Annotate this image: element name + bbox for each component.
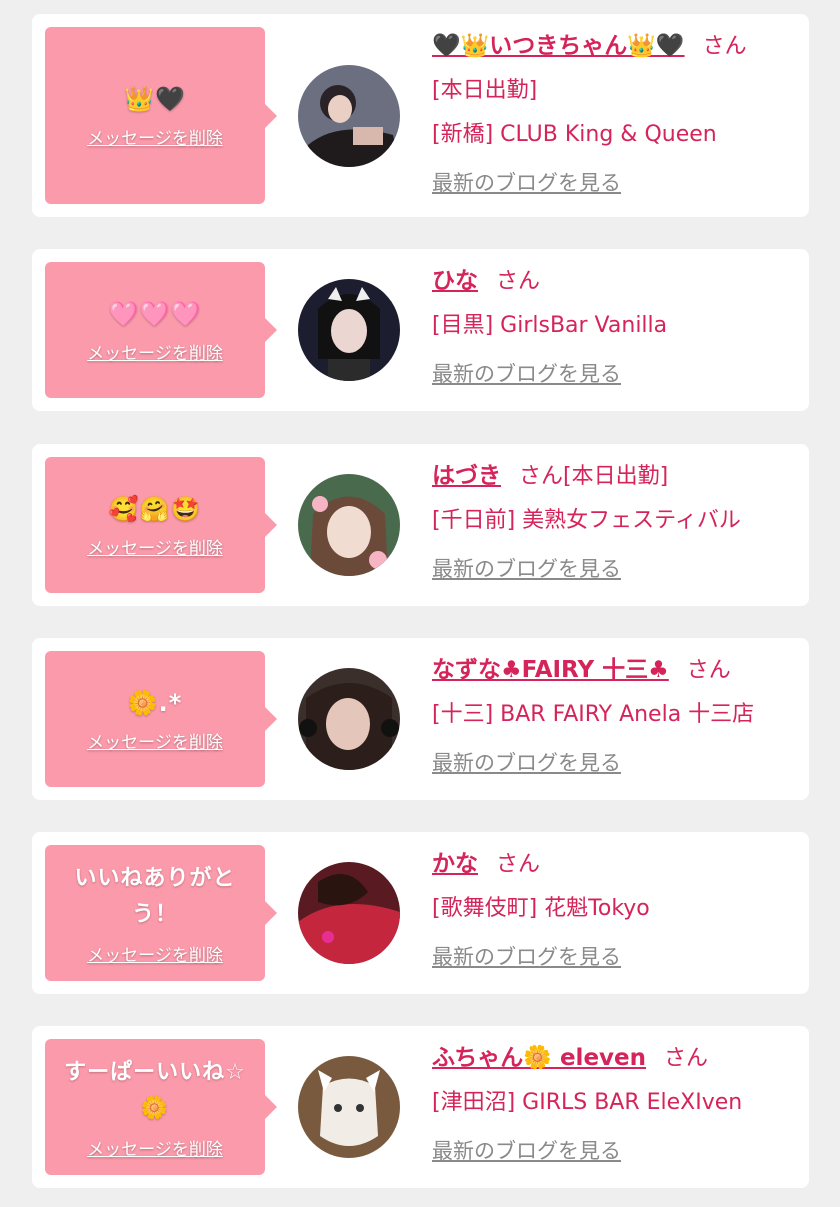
honorific: さん: [496, 269, 541, 294]
message-bubble: 🩷🩷🩷 メッセージを削除: [45, 262, 277, 398]
cast-name-link[interactable]: ひな: [432, 268, 478, 294]
avatar[interactable]: [298, 279, 400, 381]
honorific: さん: [686, 658, 731, 683]
cast-info: かな さん [歌舞伎町] 花魁Tokyo 最新のブログを見る: [432, 842, 799, 971]
message-card: すーぱーいいね☆🌼 メッセージを削除 ふちゃん🌼 eleven さん [津田沼] …: [32, 1026, 809, 1188]
shop-text: [千日前] 美熟女フェスティバル: [432, 508, 741, 533]
message-bubble: すーぱーいいね☆🌼 メッセージを削除: [45, 1039, 277, 1175]
message-card: 🌼.* メッセージを削除 なずな♣FAIRY 十三♣ さん [十三] BAR FA…: [32, 638, 809, 800]
latest-blog-link[interactable]: 最新のブログを見る: [432, 747, 621, 777]
status-text: [本日出勤]: [563, 464, 669, 489]
message-text: 👑🖤: [124, 85, 186, 113]
cast-name-link[interactable]: はづき: [432, 463, 501, 489]
cast-info: なずな♣FAIRY 十三♣ さん [十三] BAR FAIRY Anela 十三店…: [432, 648, 799, 777]
message-text: 🌼.*: [127, 688, 183, 717]
message-text: 🩷🩷🩷: [108, 299, 202, 328]
avatar[interactable]: [298, 65, 400, 167]
delete-message-link[interactable]: メッセージを削除: [87, 339, 223, 364]
avatar[interactable]: [298, 668, 400, 770]
latest-blog-link[interactable]: 最新のブログを見る: [432, 1135, 621, 1165]
shop-text: [新橋] CLUB King & Queen: [432, 122, 717, 147]
status-text: [本日出勤]: [432, 78, 538, 103]
cast-name-link[interactable]: かな: [432, 851, 478, 877]
shop-text: [歌舞伎町] 花魁Tokyo: [432, 896, 650, 921]
cast-name-link[interactable]: 🖤👑いつきちゃん👑🖤: [432, 33, 685, 59]
avatar[interactable]: [298, 1056, 400, 1158]
message-bubble: 👑🖤 メッセージを削除: [45, 27, 277, 204]
message-card: 🩷🩷🩷 メッセージを削除 ひな さん [目黒] GirlsBar Vanilla …: [32, 249, 809, 411]
avatar[interactable]: [298, 474, 400, 576]
latest-blog-link[interactable]: 最新のブログを見る: [432, 941, 621, 971]
message-text: いいねありがとう！: [74, 865, 236, 927]
cast-name-link[interactable]: ふちゃん🌼 eleven: [432, 1045, 646, 1071]
avatar[interactable]: [298, 862, 400, 964]
shop-text: [十三] BAR FAIRY Anela 十三店: [432, 702, 755, 727]
cast-name-link[interactable]: なずな♣FAIRY 十三♣: [432, 657, 669, 683]
honorific: さん: [664, 1046, 709, 1071]
message-text: すーぱーいいね☆🌼: [64, 1059, 246, 1121]
delete-message-link[interactable]: メッセージを削除: [87, 1135, 223, 1160]
honorific: さん: [496, 852, 541, 877]
cast-info: ふちゃん🌼 eleven さん [津田沼] GIRLS BAR EleXIven …: [432, 1036, 799, 1165]
cast-info: 🖤👑いつきちゃん👑🖤 さん [本日出勤] [新橋] CLUB King & Que…: [432, 24, 799, 197]
message-card: 🥰🤗🤩 メッセージを削除 はづき さん[本日出勤] [千日前] 美熟女フェスティバ…: [32, 444, 809, 606]
message-bubble: 🥰🤗🤩 メッセージを削除: [45, 457, 277, 593]
cast-info: ひな さん [目黒] GirlsBar Vanilla 最新のブログを見る: [432, 259, 799, 388]
honorific: さん: [702, 34, 747, 59]
honorific: さん: [519, 464, 564, 489]
latest-blog-link[interactable]: 最新のブログを見る: [432, 167, 621, 197]
message-card: 👑🖤 メッセージを削除 🖤👑いつきちゃん👑🖤 さん [本日出勤] [新橋] CLU…: [32, 14, 809, 217]
latest-blog-link[interactable]: 最新のブログを見る: [432, 553, 621, 583]
delete-message-link[interactable]: メッセージを削除: [87, 124, 223, 149]
delete-message-link[interactable]: メッセージを削除: [87, 534, 223, 559]
message-card: いいねありがとう！ メッセージを削除 かな さん [歌舞伎町] 花魁Tokyo 最…: [32, 832, 809, 994]
message-bubble: 🌼.* メッセージを削除: [45, 651, 277, 787]
delete-message-link[interactable]: メッセージを削除: [87, 941, 223, 966]
delete-message-link[interactable]: メッセージを削除: [87, 728, 223, 753]
latest-blog-link[interactable]: 最新のブログを見る: [432, 358, 621, 388]
message-text: 🥰🤗🤩: [108, 494, 202, 523]
message-bubble: いいねありがとう！ メッセージを削除: [45, 845, 277, 981]
shop-text: [目黒] GirlsBar Vanilla: [432, 313, 668, 338]
cast-info: はづき さん[本日出勤] [千日前] 美熟女フェスティバル 最新のブログを見る: [432, 454, 799, 583]
shop-text: [津田沼] GIRLS BAR EleXIven: [432, 1090, 743, 1115]
